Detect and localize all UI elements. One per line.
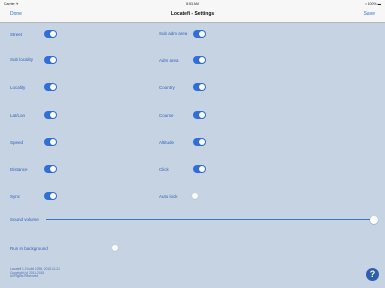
setting-row-adm-area: Adm area	[159, 53, 181, 67]
setting-label-auto-lock: Auto lock	[159, 193, 178, 199]
setting-label-latlon: Lat/Lon	[10, 112, 26, 118]
rights: All Rights Reserved	[10, 274, 38, 279]
setting-row-auto-lock: Auto lock	[159, 189, 179, 203]
setting-row-sub-adm-area: Sub adm area	[159, 26, 189, 40]
setting-row-altitude: Altitude	[159, 135, 174, 149]
course-toggle[interactable]	[193, 111, 206, 119]
sound-volume-slider-track[interactable]	[46, 219, 373, 220]
adm-area-toggle[interactable]	[193, 56, 206, 64]
setting-label-sub-locality: Sub locality	[10, 56, 34, 62]
setting-label-sync: Sync	[10, 193, 21, 199]
setting-row-course: Course	[159, 108, 174, 122]
setting-row-sound-volume: Sound volume	[10, 212, 39, 226]
locality-toggle[interactable]	[44, 83, 57, 91]
setting-row-run-background: Run in background	[10, 241, 48, 255]
setting-row-sub-locality: Sub locality	[10, 52, 40, 66]
sound-volume-label: Sound volume	[10, 216, 39, 222]
status-bar: Carrier ✈ 8:53 AM ▪ 100% ▬	[0, 0, 385, 7]
distance-toggle[interactable]	[44, 165, 57, 173]
street-toggle[interactable]	[44, 30, 57, 38]
sync-toggle[interactable]	[44, 192, 57, 200]
setting-label-adm-area: Adm area	[159, 57, 179, 63]
click-toggle[interactable]	[193, 165, 206, 173]
altitude-toggle[interactable]	[193, 138, 206, 146]
country-toggle[interactable]	[193, 83, 206, 91]
setting-label-distance: Distance	[10, 166, 28, 172]
setting-label-click: Click	[159, 166, 169, 172]
setting-row-latlon: Lat/Lon	[10, 108, 25, 122]
navigation-bar: Done Locatefi - Settings Save	[0, 7, 385, 23]
setting-row-speed: Speed	[10, 135, 23, 149]
run-background-label: Run in background	[10, 245, 48, 251]
setting-row-distance: Distance	[10, 162, 28, 176]
setting-label-course: Course	[159, 112, 174, 118]
setting-label-street: Street	[10, 31, 23, 37]
setting-label-country: Country	[159, 84, 175, 90]
auto-lock-toggle[interactable]	[191, 192, 204, 200]
setting-row-country: Country	[159, 80, 175, 94]
battery-indicator: ▪ 100% ▬	[365, 1, 381, 6]
setting-label-locality: Locality	[10, 84, 26, 90]
setting-label-altitude: Altitude	[159, 139, 175, 145]
sub-locality-toggle[interactable]	[44, 56, 57, 64]
sub-adm-area-toggle[interactable]	[193, 30, 206, 38]
run-background-toggle[interactable]	[111, 244, 124, 252]
speed-toggle[interactable]	[44, 138, 57, 146]
sound-volume-slider-thumb[interactable]	[370, 215, 378, 224]
setting-row-click: Click	[159, 162, 169, 176]
clock: 8:53 AM	[186, 1, 199, 6]
page-title: Locatefi - Settings	[170, 10, 215, 17]
setting-row-street: Street	[10, 27, 22, 41]
setting-label-sub-adm-area: Sub adm area	[159, 30, 188, 36]
save-button[interactable]: Save	[364, 11, 375, 17]
setting-label-speed: Speed	[10, 139, 24, 145]
app-info: Locatefi 1.2 build 1298, 2015-11-21 Copy…	[10, 267, 60, 279]
setting-row-locality: Locality	[10, 80, 25, 94]
latlon-toggle[interactable]	[44, 111, 57, 119]
help-icon[interactable]: ?	[366, 268, 379, 281]
setting-row-sync: Sync	[10, 189, 20, 203]
